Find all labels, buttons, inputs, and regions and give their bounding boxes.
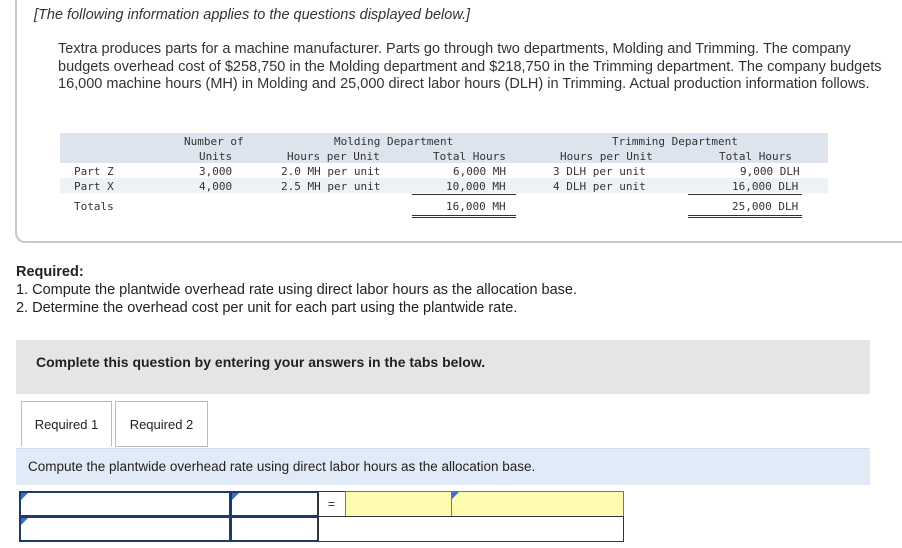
dropdown-marker-icon (232, 493, 239, 500)
dropdown-marker-icon (21, 493, 28, 500)
complete-question-bar: Complete this question by entering your … (16, 340, 870, 394)
denominator-value-input[interactable] (230, 516, 319, 542)
tab-required-1[interactable]: Required 1 (21, 401, 112, 447)
header-molding-total: Total Hours (433, 150, 506, 163)
molding-double-underline (412, 215, 516, 218)
tab-required-2-label: Required 2 (129, 416, 194, 432)
intro-header: [The following information applies to th… (34, 7, 471, 23)
trimming-double-underline (688, 215, 802, 218)
row-x-trimming-total: 16,000 DLH (732, 180, 799, 193)
equals-sign: = (328, 497, 336, 511)
row-z-trimming-total: 9,000 DLH (740, 165, 800, 178)
row-z-molding-total: 6,000 MH (453, 165, 506, 178)
instruction-bar: Compute the plantwide overhead rate usin… (16, 448, 870, 485)
tab-required-2[interactable]: Required 2 (115, 401, 208, 447)
numerator-label-dropdown[interactable] (19, 491, 231, 517)
header-trimming-hpu: Hours per Unit (560, 150, 653, 163)
row-x-part: Part X (74, 180, 114, 193)
rate-answer-input[interactable] (345, 491, 452, 517)
header-molding-hpu: Hours per Unit (287, 150, 380, 163)
row-shade (60, 178, 828, 193)
row-x-trimming-hpu: 4 DLH per unit (553, 180, 646, 193)
row-z-molding-hpu: 2.0 MH per unit (281, 165, 381, 178)
row-x-molding-total: 10,000 MH (446, 180, 506, 193)
header-trimming: Trimming Department (612, 135, 738, 148)
header-units: Units (199, 150, 233, 163)
intro-paragraph: Textra produces parts for a machine manu… (58, 41, 882, 92)
row-z-trimming-hpu: 3 DLH per unit (553, 165, 646, 178)
row-x-units: 4,000 (199, 180, 233, 193)
totals-trimming: 25,000 DLH (732, 200, 799, 213)
row-z-units: 3,000 (199, 165, 233, 178)
totals-molding: 16,000 MH (446, 200, 506, 213)
required-section: Required: 1. Compute the plantwide overh… (16, 263, 577, 317)
trimming-underline (688, 194, 802, 195)
header-trimming-total: Total Hours (719, 150, 792, 163)
instruction-text: Compute the plantwide overhead rate usin… (28, 459, 536, 474)
totals-label: Totals (74, 200, 114, 213)
header-molding: Molding Department (334, 135, 454, 148)
complete-question-text: Complete this question by entering your … (36, 354, 486, 370)
equals-cell: = (318, 491, 346, 517)
required-item-2: 2. Determine the overhead cost per unit … (16, 300, 518, 316)
header-units-top: Number of (184, 135, 244, 148)
required-title: Required: (16, 264, 84, 280)
dropdown-marker-icon (21, 518, 28, 525)
row-x-molding-hpu: 2.5 MH per unit (281, 180, 381, 193)
molding-underline (412, 194, 516, 195)
required-item-1: 1. Compute the plantwide overhead rate u… (16, 282, 578, 298)
tab-required-1-label: Required 1 (34, 416, 99, 432)
denominator-label-dropdown[interactable] (230, 491, 319, 517)
numerator-value-input[interactable] (19, 516, 231, 542)
row-z-part: Part Z (74, 165, 114, 178)
rate-unit-dropdown[interactable] (451, 491, 624, 517)
blank-cell (318, 516, 624, 542)
dropdown-marker-icon (452, 492, 459, 499)
